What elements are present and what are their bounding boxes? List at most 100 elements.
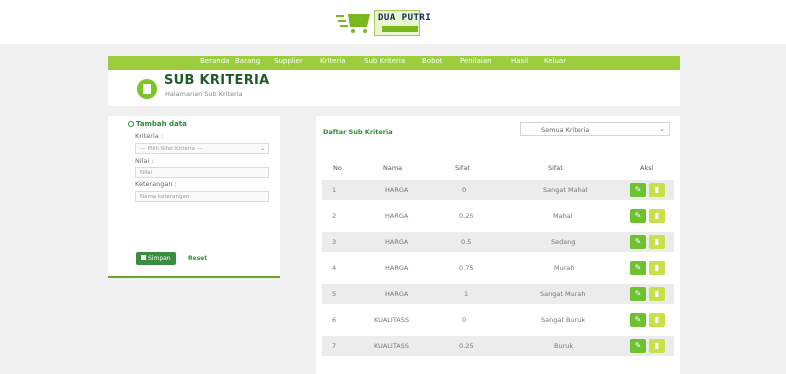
- edit-button[interactable]: ✎: [630, 183, 646, 197]
- trash-icon: ▮: [654, 341, 660, 350]
- row-nilai: 0: [462, 186, 467, 194]
- header-sifat: Sifat: [548, 164, 563, 172]
- top-bar: DUA PUTRI: [0, 0, 786, 44]
- table-row: 2 HARGA 0.25 Mahal ✎ ▮: [322, 206, 674, 226]
- header-no: No: [333, 164, 342, 172]
- row-sifat: Sangat Buruk: [541, 316, 586, 324]
- row-nilai: 0: [462, 316, 467, 324]
- row-sifat: Murah: [554, 264, 575, 272]
- pencil-icon: ✎: [634, 315, 642, 324]
- header-nilai: Sifat: [455, 164, 470, 172]
- row-nama: KUALITASS: [374, 316, 409, 324]
- row-no: 5: [332, 290, 337, 298]
- nilai-label: Nilai :: [135, 157, 154, 165]
- row-no: 6: [332, 316, 337, 324]
- criteria-filter-select[interactable]: Semua Kriteria ⌄: [520, 122, 670, 136]
- save-button-label: Simpan: [148, 255, 171, 262]
- nav-beranda[interactable]: Beranda: [200, 57, 229, 65]
- nav-penilaian[interactable]: Penilaian: [460, 57, 492, 65]
- nav-hasil[interactable]: Hasil: [511, 57, 528, 65]
- row-no: 2: [332, 212, 337, 220]
- table-row: 7 KUALITASS 0.25 Buruk ✎ ▮: [322, 336, 674, 356]
- save-button[interactable]: Simpan: [136, 252, 176, 265]
- row-nama: HARGA: [385, 264, 409, 272]
- row-no: 3: [332, 238, 337, 246]
- delete-button[interactable]: ▮: [649, 313, 665, 327]
- row-sifat: Sangat Murah: [540, 290, 586, 298]
- row-nama: HARGA: [385, 238, 409, 246]
- edit-button[interactable]: ✎: [630, 235, 646, 249]
- criteria-filter-value: Semua Kriteria: [541, 126, 590, 134]
- nilai-input[interactable]: Nilai: [135, 167, 269, 178]
- row-nilai: 0.75: [459, 264, 474, 272]
- trash-icon: ▮: [654, 185, 660, 194]
- row-sifat: Mahal: [553, 212, 573, 220]
- header-nama: Nama: [383, 164, 403, 172]
- pencil-icon: ✎: [634, 237, 642, 246]
- trash-icon: ▮: [654, 211, 660, 220]
- row-sifat: Sangat Mahal: [543, 186, 588, 194]
- row-nilai: 0.25: [459, 342, 474, 350]
- table-row: 4 HARGA 0.75 Murah ✎ ▮: [322, 258, 674, 278]
- delete-button[interactable]: ▮: [649, 339, 665, 353]
- edit-button[interactable]: ✎: [630, 313, 646, 327]
- chevron-down-icon: ⌄: [259, 145, 265, 152]
- pencil-icon: ✎: [634, 211, 642, 220]
- row-nama: KUALITASS: [374, 342, 409, 350]
- table-row: 3 HARGA 0.5 Sedang ✎ ▮: [322, 232, 674, 252]
- row-no: 4: [332, 264, 337, 272]
- row-nama: HARGA: [385, 212, 409, 220]
- edit-button[interactable]: ✎: [630, 339, 646, 353]
- list-title: Daftar Sub Kriteria: [323, 128, 393, 136]
- plus-circle-icon: [128, 121, 134, 127]
- edit-button[interactable]: ✎: [630, 261, 646, 275]
- pencil-icon: ✎: [634, 289, 642, 298]
- nav-sub-kriteria[interactable]: Sub Kriteria: [364, 57, 405, 65]
- row-nama: HARGA: [385, 290, 409, 298]
- page-title: SUB KRITERIA: [164, 73, 270, 88]
- nav-barang[interactable]: Barang: [235, 57, 260, 65]
- pencil-icon: ✎: [634, 263, 642, 272]
- brand-logo[interactable]: DUA PUTRI: [336, 10, 456, 38]
- nav-keluar[interactable]: Keluar: [544, 57, 566, 65]
- header-aksi: Aksi: [640, 164, 654, 172]
- clipboard-icon: [137, 79, 157, 99]
- trash-icon: ▮: [654, 315, 660, 324]
- nav-kriteria[interactable]: Kriteria: [320, 57, 346, 65]
- kriteria-select[interactable]: --- Pilih Sifat Kriteria --- ⌄: [135, 143, 269, 154]
- form-title: Tambah data: [128, 120, 187, 128]
- page-subtitle: Halamanan Sub Kriteria: [165, 90, 243, 98]
- nav-bobot[interactable]: Bobot: [422, 57, 443, 65]
- reset-button[interactable]: Reset: [188, 255, 207, 262]
- trash-icon: ▮: [654, 237, 660, 246]
- delete-button[interactable]: ▮: [649, 287, 665, 301]
- keterangan-label: Keterangan :: [135, 180, 177, 188]
- delete-button[interactable]: ▮: [649, 183, 665, 197]
- kriteria-select-value: --- Pilih Sifat Kriteria ---: [140, 146, 203, 152]
- delete-button[interactable]: ▮: [649, 235, 665, 249]
- keterangan-input[interactable]: Nama keterangan: [135, 191, 269, 202]
- delete-button[interactable]: ▮: [649, 261, 665, 275]
- row-nilai: 0.5: [461, 238, 472, 246]
- edit-button[interactable]: ✎: [630, 209, 646, 223]
- cart-icon: [336, 14, 370, 33]
- delete-button[interactable]: ▮: [649, 209, 665, 223]
- table-row: 5 HARGA 1 Sangat Murah ✎ ▮: [322, 284, 674, 304]
- row-sifat: Sedang: [551, 238, 576, 246]
- edit-button[interactable]: ✎: [630, 287, 646, 301]
- chevron-down-icon: ⌄: [659, 125, 665, 133]
- kriteria-label: Kriteria :: [135, 132, 164, 140]
- form-title-label: Tambah data: [136, 120, 187, 128]
- row-no: 1: [332, 186, 337, 194]
- nilai-placeholder: Nilai: [140, 170, 153, 176]
- keterangan-placeholder: Nama keterangan: [140, 194, 190, 200]
- row-nilai: 1: [464, 290, 469, 298]
- table-row: 1 HARGA 0 Sangat Mahal ✎ ▮: [322, 180, 674, 200]
- pencil-icon: ✎: [634, 341, 642, 350]
- trash-icon: ▮: [654, 289, 660, 298]
- logo-tagline-bar: [382, 26, 418, 32]
- row-no: 7: [332, 342, 337, 350]
- row-nilai: 0.25: [459, 212, 474, 220]
- nav-supplier[interactable]: Supplier: [274, 57, 303, 65]
- save-icon: [141, 255, 146, 260]
